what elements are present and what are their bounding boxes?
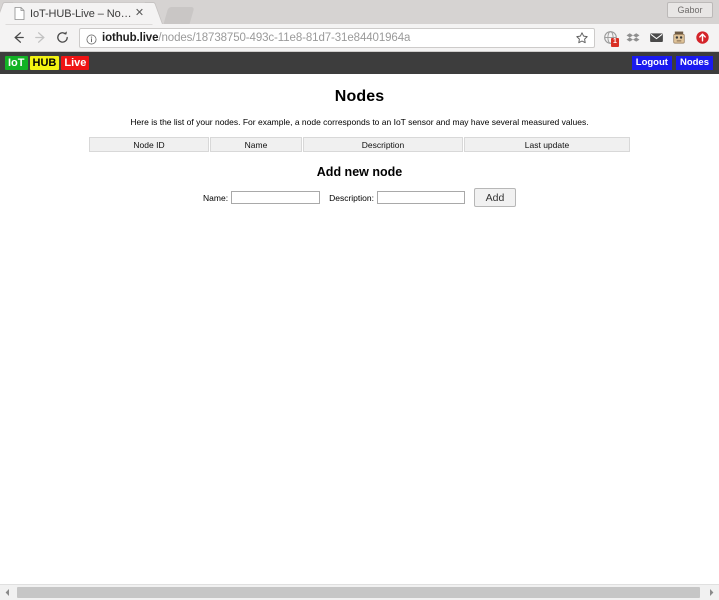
url-host: iothub.live (102, 31, 159, 44)
browser-window: IoT-HUB-Live – Nodes ✕ Gabor iothub.live… (0, 0, 719, 600)
back-arrow-icon[interactable] (7, 27, 29, 49)
add-node-form: Name: Description: Add (0, 188, 719, 207)
nodes-table-head: Node ID Name Description Last update (89, 137, 630, 152)
page-title: Nodes (334, 88, 385, 105)
logo-part-live: Live (61, 56, 90, 70)
browser-tab[interactable]: IoT-HUB-Live – Nodes ✕ (6, 3, 152, 24)
tab-strip: IoT-HUB-Live – Nodes ✕ Gabor (0, 0, 719, 24)
name-input[interactable] (231, 191, 321, 204)
nodes-link[interactable]: Nodes (675, 56, 713, 70)
bookmark-star-icon[interactable] (575, 31, 589, 45)
page-description: Here is the list of your nodes. For exam… (130, 117, 589, 127)
column-header-last-update[interactable]: Last update (464, 137, 630, 152)
site-logo[interactable]: IoT HUB Live (5, 56, 90, 70)
url-path: /nodes/18738750-493c-11e8-81d7-31e844019… (158, 31, 411, 44)
name-label: Name: (203, 192, 229, 203)
column-header-description[interactable]: Description (303, 137, 463, 152)
close-icon[interactable]: ✕ (133, 7, 146, 20)
scrollbar-track[interactable] (15, 585, 704, 600)
mail-envelope-icon[interactable] (646, 28, 666, 48)
page-icon (14, 7, 25, 20)
description-label: Description: (329, 192, 374, 203)
new-tab-button[interactable] (163, 7, 195, 24)
page-content: Nodes Here is the list of your nodes. Fo… (0, 74, 719, 207)
logo-part-hub: HUB (29, 56, 60, 70)
info-circle-icon[interactable] (86, 32, 97, 45)
nodes-table: Node ID Name Description Last update (88, 137, 631, 152)
robot-extension-icon[interactable] (669, 28, 689, 48)
scroll-right-arrow-icon[interactable] (704, 585, 719, 600)
forward-arrow-icon (29, 27, 51, 49)
logo-part-iot: IoT (5, 56, 28, 70)
table-header-row: Node ID Name Description Last update (89, 137, 630, 152)
description-input[interactable] (376, 191, 465, 204)
column-header-name[interactable]: Name (210, 137, 302, 152)
red-arrow-download-icon[interactable] (692, 28, 712, 48)
add-node-title: Add new node (316, 165, 403, 179)
tab-title: IoT-HUB-Live – Nodes (30, 7, 133, 20)
scroll-left-arrow-icon[interactable] (0, 585, 15, 600)
add-button[interactable]: Add (473, 188, 516, 207)
address-bar[interactable]: iothub.live/nodes/18738750-493c-11e8-81d… (79, 27, 595, 48)
logout-link[interactable]: Logout (631, 56, 672, 70)
column-header-node-id[interactable]: Node ID (89, 137, 209, 152)
dropbox-extension-icon[interactable] (623, 28, 643, 48)
reload-icon[interactable] (51, 27, 73, 49)
scrollbar-thumb[interactable] (17, 587, 700, 598)
profile-button[interactable]: Gabor (667, 2, 713, 18)
horizontal-scrollbar[interactable] (0, 584, 719, 600)
site-header: IoT HUB Live Logout Nodes (0, 52, 719, 74)
globe-extension-icon[interactable]: 1 (600, 28, 620, 48)
site-header-nav: Logout Nodes (631, 56, 713, 70)
extension-badge: 1 (611, 37, 619, 47)
extension-icons: 1 (600, 28, 712, 48)
page-viewport: IoT HUB Live Logout Nodes Nodes Here is … (0, 52, 719, 584)
url-text: iothub.live/nodes/18738750-493c-11e8-81d… (102, 32, 571, 44)
browser-toolbar: iothub.live/nodes/18738750-493c-11e8-81d… (0, 24, 719, 52)
